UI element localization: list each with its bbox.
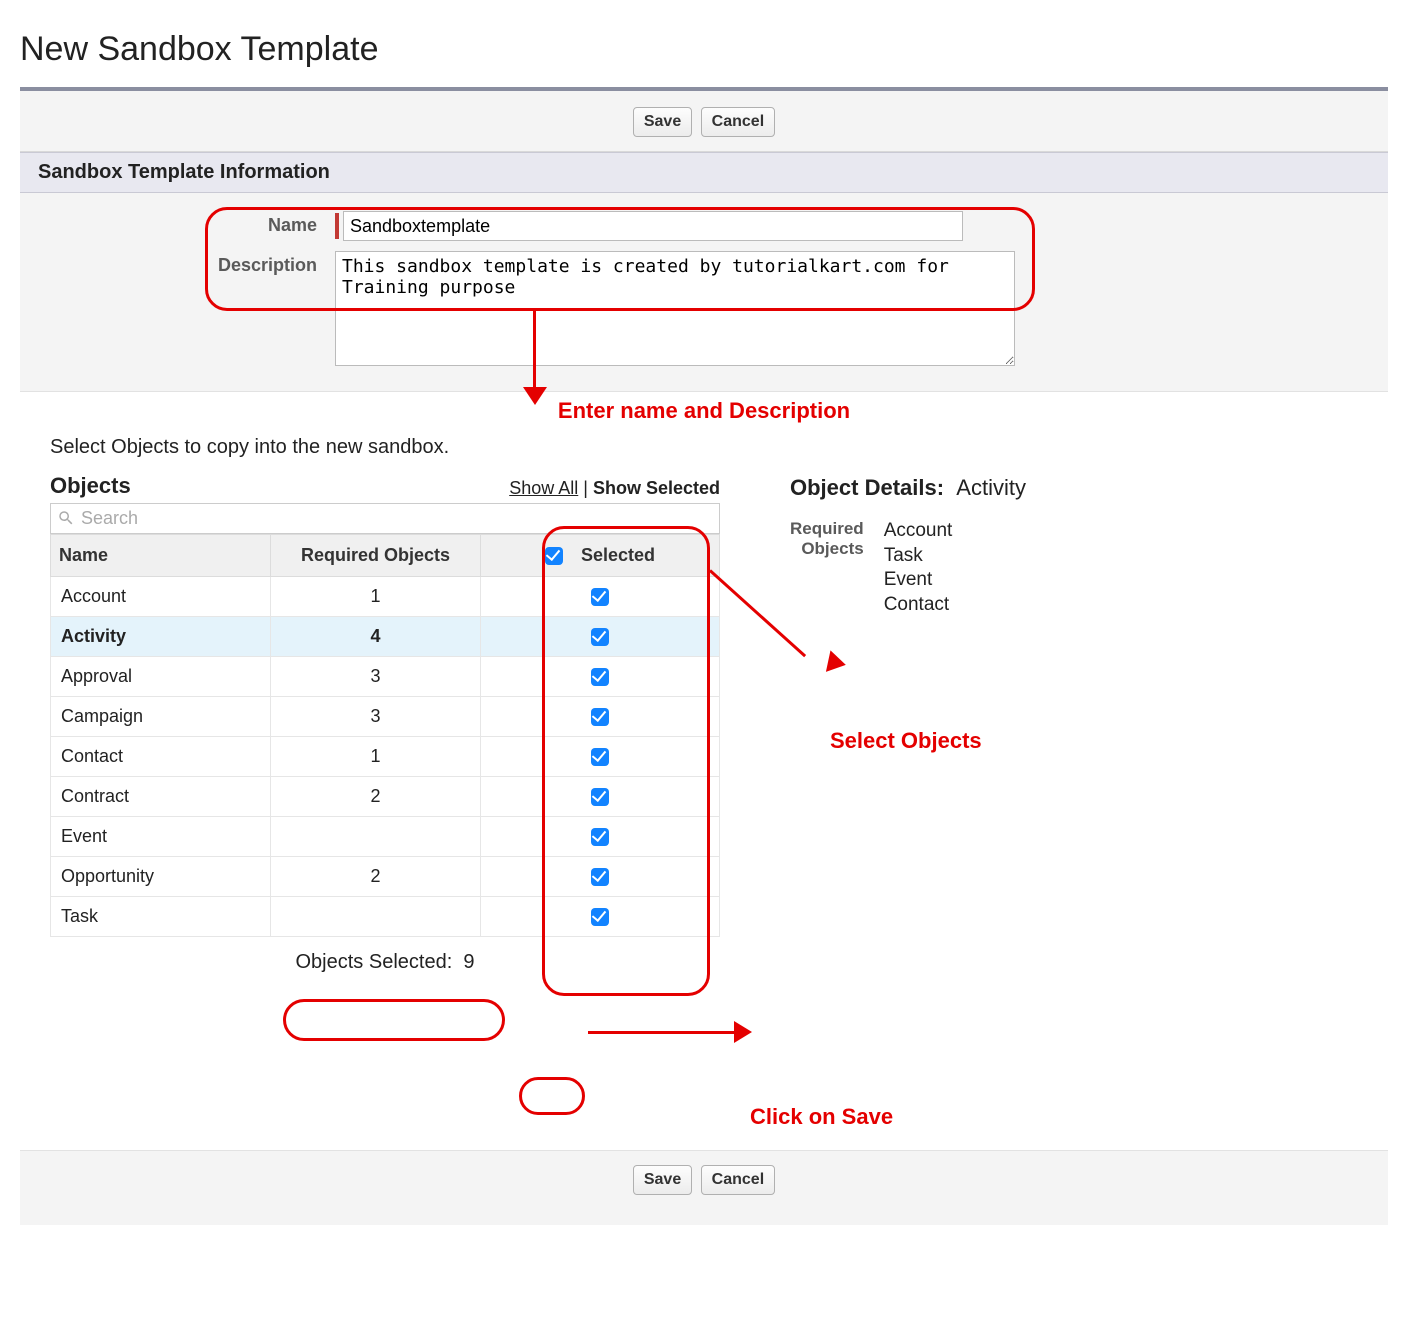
row-required bbox=[271, 817, 481, 857]
col-name-header: Name bbox=[51, 535, 271, 577]
row-required bbox=[271, 897, 481, 937]
required-objects-label: Required Objects bbox=[790, 519, 864, 618]
row-required: 1 bbox=[271, 577, 481, 617]
sandbox-template-panel: Save Cancel Sandbox Template Information… bbox=[20, 87, 1388, 1225]
table-row[interactable]: Campaign3 bbox=[51, 697, 720, 737]
objects-intro: Select Objects to copy into the new sand… bbox=[50, 436, 1358, 459]
show-links: Show All | Show Selected bbox=[509, 478, 720, 499]
cancel-button[interactable]: Cancel bbox=[701, 107, 775, 137]
row-required: 3 bbox=[271, 657, 481, 697]
objects-selected-count: Objects Selected: 9 bbox=[50, 951, 720, 974]
search-icon bbox=[57, 509, 75, 527]
search-input[interactable] bbox=[79, 507, 713, 530]
form-area: Name Description This sandbox template i… bbox=[20, 193, 1388, 391]
name-input[interactable] bbox=[343, 211, 963, 241]
table-row[interactable]: Approval3 bbox=[51, 657, 720, 697]
required-objects-list: AccountTaskEventContact bbox=[884, 519, 953, 618]
row-checkbox[interactable] bbox=[591, 708, 609, 726]
search-box bbox=[50, 503, 720, 534]
cancel-button-bottom[interactable]: Cancel bbox=[701, 1165, 775, 1195]
table-row[interactable]: Contract2 bbox=[51, 777, 720, 817]
table-row[interactable]: Contact1 bbox=[51, 737, 720, 777]
required-object-item: Event bbox=[884, 568, 953, 593]
annotation-click-save: Click on Save bbox=[750, 1104, 893, 1129]
page-title: New Sandbox Template bbox=[20, 30, 1388, 69]
row-checkbox[interactable] bbox=[591, 788, 609, 806]
show-all-link[interactable]: Show All bbox=[509, 478, 578, 498]
row-checkbox[interactable] bbox=[591, 628, 609, 646]
table-row[interactable]: Opportunity2 bbox=[51, 857, 720, 897]
col-required-header: Required Objects bbox=[271, 535, 481, 577]
row-checkbox[interactable] bbox=[591, 668, 609, 686]
selected-header-label: Selected bbox=[581, 545, 655, 566]
row-checkbox[interactable] bbox=[591, 868, 609, 886]
row-name: Event bbox=[51, 817, 271, 857]
description-textarea[interactable]: This sandbox template is created by tuto… bbox=[335, 251, 1015, 366]
table-row[interactable]: Event bbox=[51, 817, 720, 857]
row-name: Opportunity bbox=[51, 857, 271, 897]
table-row[interactable]: Task bbox=[51, 897, 720, 937]
row-name: Approval bbox=[51, 657, 271, 697]
object-details-panel: Object Details: Activity Required Object… bbox=[790, 473, 1358, 1130]
row-name: Account bbox=[51, 577, 271, 617]
col-selected-header: Selected bbox=[481, 535, 720, 577]
row-name: Campaign bbox=[51, 697, 271, 737]
row-required: 2 bbox=[271, 857, 481, 897]
row-name: Task bbox=[51, 897, 271, 937]
objects-area: Select Objects to copy into the new sand… bbox=[20, 424, 1388, 1151]
section-header: Sandbox Template Information bbox=[20, 152, 1388, 193]
save-button[interactable]: Save bbox=[633, 107, 692, 137]
name-label: Name bbox=[50, 211, 335, 236]
row-required: 3 bbox=[271, 697, 481, 737]
table-row[interactable]: Account1 bbox=[51, 577, 720, 617]
table-row[interactable]: Activity4 bbox=[51, 617, 720, 657]
required-field-bar bbox=[335, 213, 339, 239]
annotation-select-objects: Select Objects bbox=[830, 728, 982, 753]
select-all-checkbox[interactable] bbox=[545, 547, 563, 565]
row-checkbox[interactable] bbox=[591, 828, 609, 846]
object-details-name: Activity bbox=[956, 475, 1026, 500]
row-name: Activity bbox=[51, 617, 271, 657]
required-object-item: Task bbox=[884, 544, 953, 569]
row-checkbox[interactable] bbox=[591, 748, 609, 766]
row-required: 2 bbox=[271, 777, 481, 817]
row-required: 1 bbox=[271, 737, 481, 777]
object-details-label: Object Details: bbox=[790, 475, 944, 500]
row-required: 4 bbox=[271, 617, 481, 657]
row-name: Contract bbox=[51, 777, 271, 817]
row-checkbox[interactable] bbox=[591, 908, 609, 926]
save-button-bottom[interactable]: Save bbox=[633, 1165, 692, 1195]
bottom-button-row: Save Cancel bbox=[20, 1151, 1388, 1195]
top-button-row: Save Cancel bbox=[20, 101, 1388, 152]
objects-table: Name Required Objects Selected Account1A… bbox=[50, 534, 720, 937]
objects-title: Objects bbox=[50, 473, 131, 499]
annotation-enter-name: Enter name and Description bbox=[558, 398, 850, 423]
description-label: Description bbox=[50, 251, 335, 276]
row-checkbox[interactable] bbox=[591, 588, 609, 606]
show-selected-link[interactable]: Show Selected bbox=[593, 478, 720, 498]
row-name: Contact bbox=[51, 737, 271, 777]
required-object-item: Account bbox=[884, 519, 953, 544]
required-object-item: Contact bbox=[884, 593, 953, 618]
